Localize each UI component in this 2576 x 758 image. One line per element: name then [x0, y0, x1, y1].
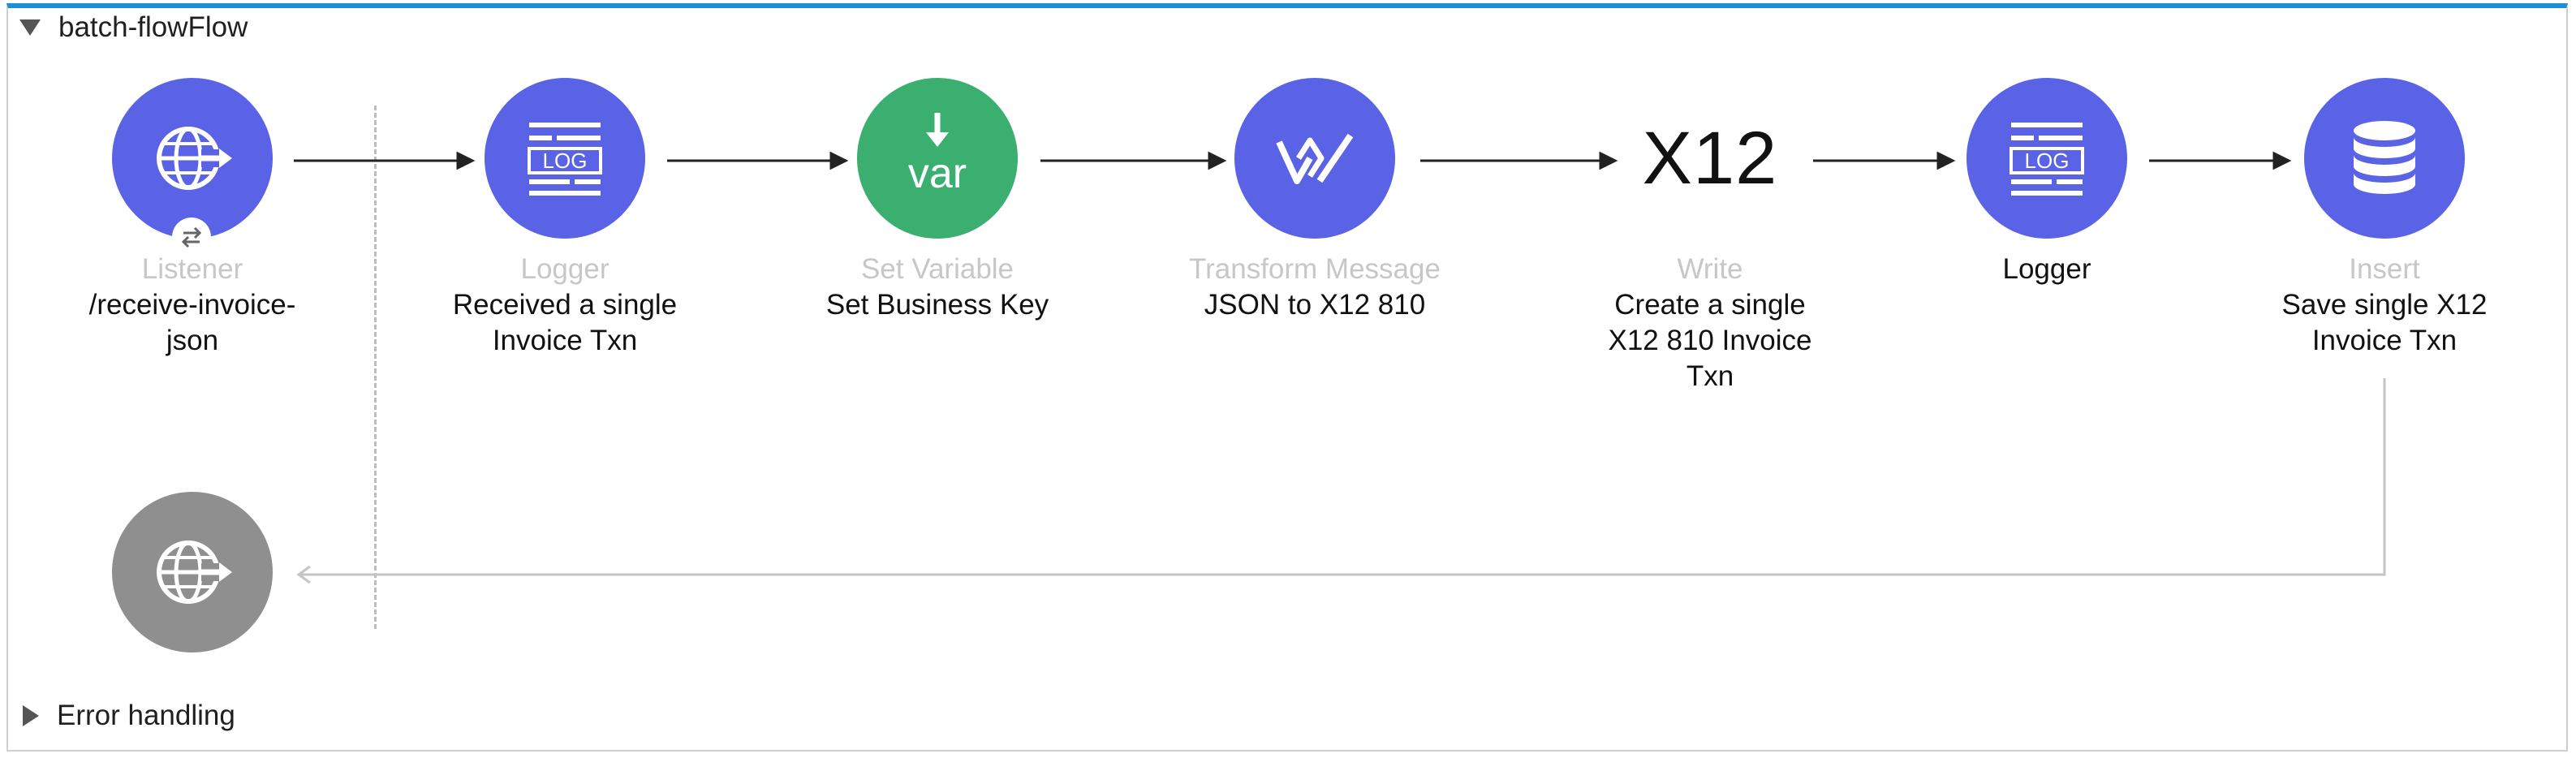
set-variable-node[interactable]: var Set Variable Set Business Key — [775, 78, 1100, 323]
x12-icon: X12 — [1642, 116, 1778, 200]
error-handling-label: Error handling — [57, 700, 235, 731]
listener-node[interactable]: Listener /receive-invoice- json — [30, 78, 355, 359]
node-name-label: /receive-invoice- json — [88, 289, 296, 356]
svg-text:var: var — [908, 150, 967, 197]
transform-icon — [1276, 133, 1354, 184]
error-handling-header[interactable]: Error handling — [23, 700, 235, 732]
node-name-label: JSON to X12 810 — [1204, 289, 1426, 321]
source-divider — [374, 106, 377, 629]
logger-node-2[interactable]: LOG Logger — [1885, 78, 2209, 287]
node-name-label: Set Business Key — [825, 289, 1049, 321]
insert-icon-circle[interactable] — [2304, 78, 2465, 239]
node-name-label: Create a single X12 810 Invoice Txn — [1608, 289, 1812, 392]
logger-icon-circle[interactable]: LOG — [1966, 78, 2127, 239]
write-icon-circle[interactable]: X12 — [1630, 78, 1790, 239]
logger-icon-circle[interactable]: LOG — [485, 78, 645, 239]
listener-icon-circle[interactable] — [112, 78, 273, 256]
database-icon — [2354, 121, 2415, 194]
node-name-label: Received a single Invoice Txn — [452, 289, 678, 356]
flow-header[interactable]: batch-flowFlow — [19, 11, 248, 44]
log-icon: LOG — [2010, 123, 2084, 196]
transform-icon-circle[interactable] — [1234, 78, 1395, 239]
collapse-triangle-icon[interactable] — [19, 19, 41, 36]
node-type-label: Set Variable — [860, 253, 1014, 285]
globe-arrow-icon — [157, 127, 232, 190]
svg-text:LOG: LOG — [2025, 149, 2070, 173]
response-icon-circle[interactable] — [112, 492, 273, 652]
svg-text:LOG: LOG — [543, 149, 588, 173]
node-type-label: Insert — [2349, 253, 2420, 285]
node-type-label: Write — [1677, 253, 1743, 285]
node-name-label: Logger — [2002, 253, 2091, 285]
insert-node[interactable]: Insert Save single X12 Invoice Txn — [2222, 78, 2547, 359]
node-name-label: Save single X12 Invoice Txn — [2281, 289, 2488, 356]
expand-triangle-icon[interactable] — [23, 705, 39, 726]
listener-response-node[interactable] — [30, 492, 355, 652]
node-type-label: Transform Message — [1189, 253, 1441, 285]
var-icon: var — [908, 113, 967, 197]
flow-title: batch-flowFlow — [58, 11, 248, 43]
exchange-badge-icon — [172, 217, 211, 256]
transform-message-node[interactable]: Transform Message JSON to X12 810 — [1152, 78, 1477, 323]
write-node[interactable]: X12 Write Create a single X12 810 Invoic… — [1548, 78, 1872, 394]
log-icon: LOG — [528, 123, 602, 196]
node-type-label: Logger — [520, 253, 610, 285]
logger-node[interactable]: LOG Logger Received a single Invoice Txn — [403, 78, 727, 359]
node-type-label: Listener — [141, 253, 243, 285]
set-variable-icon-circle[interactable]: var — [857, 78, 1018, 239]
globe-arrow-icon — [157, 541, 232, 604]
